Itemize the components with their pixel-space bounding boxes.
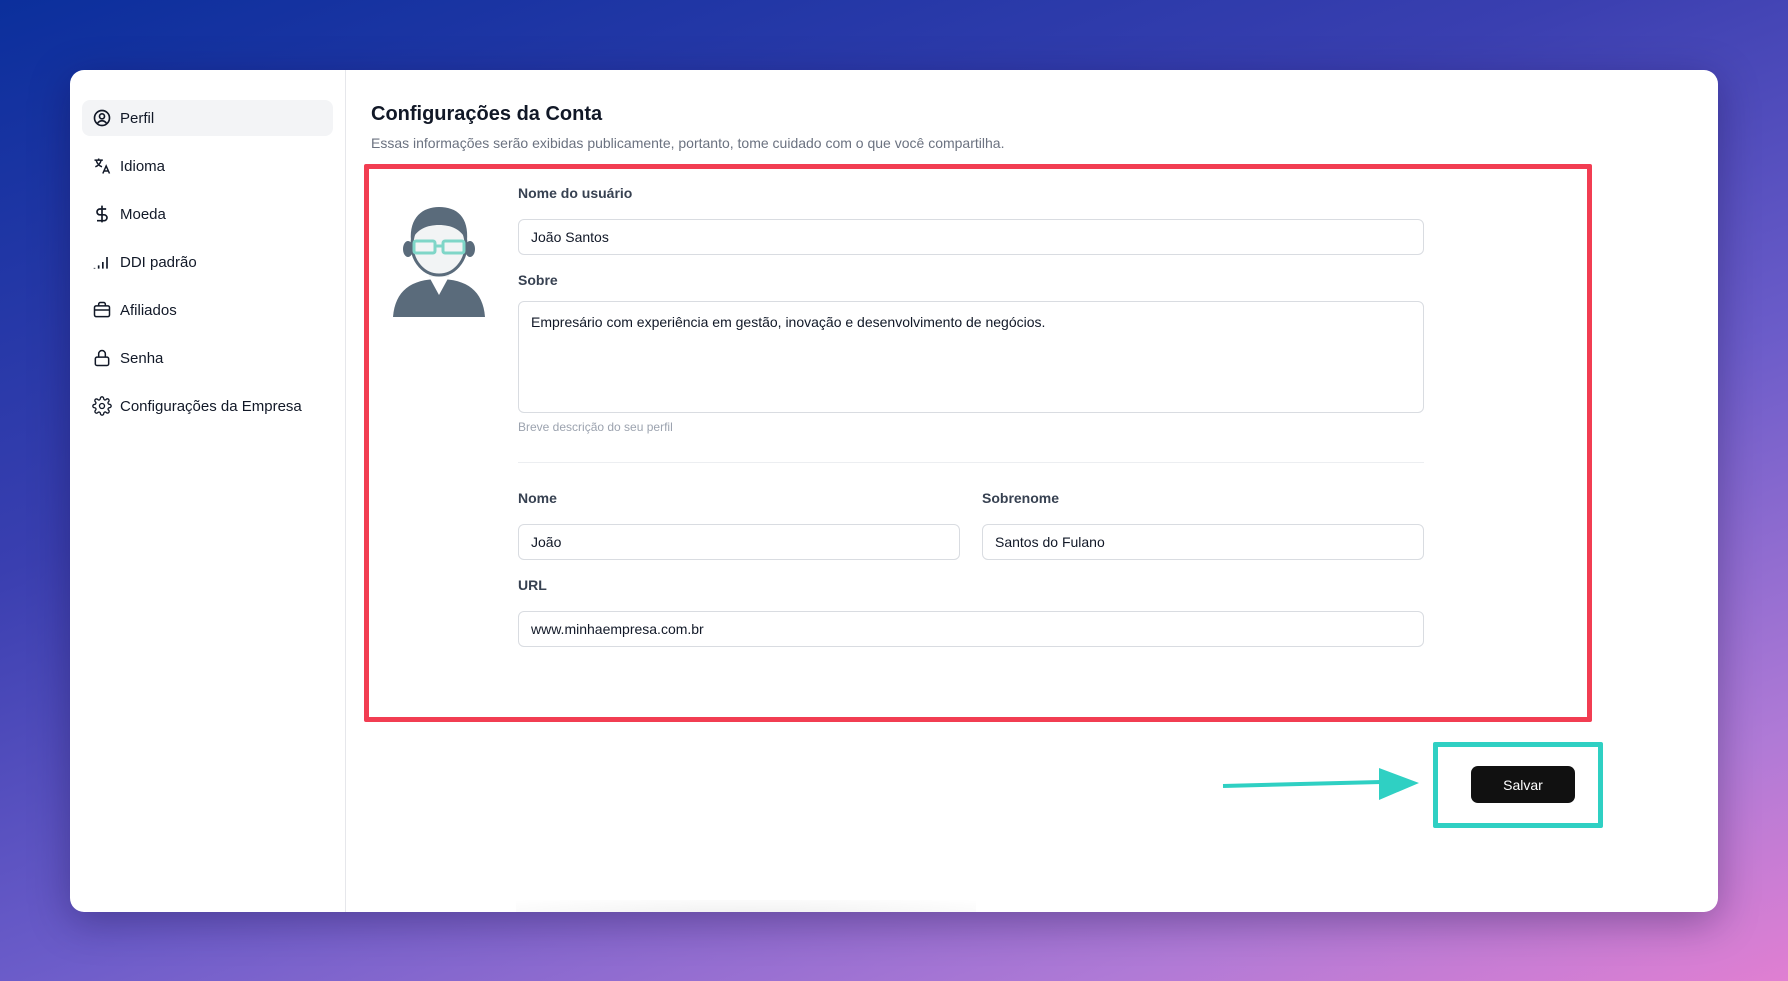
url-label: URL [518, 577, 547, 593]
about-textarea[interactable]: Empresário com experiência em gestão, in… [518, 301, 1424, 413]
sidebar-item-label: Idioma [120, 157, 166, 175]
scroll-shadow [516, 900, 976, 912]
sidebar-item-perfil[interactable]: Perfil [82, 100, 333, 136]
sidebar-item-label: Moeda [120, 205, 166, 223]
username-input[interactable]: João Santos [518, 219, 1424, 255]
sidebar-item-label: DDI padrão [120, 253, 197, 271]
sidebar-item-afiliados[interactable]: Afiliados [82, 292, 333, 328]
sidebar-item-label: Senha [120, 349, 164, 367]
sidebar-item-label: Perfil [120, 109, 155, 127]
sidebar-item-moeda[interactable]: Moeda [82, 196, 333, 232]
sidebar-item-configuracoes-empresa[interactable]: Configurações da Empresa [82, 388, 333, 424]
briefcase-icon [92, 300, 112, 320]
last-name-label: Sobrenome [982, 490, 1060, 506]
arrow-right-icon [1222, 768, 1419, 800]
page-subtitle: Essas informações serão exibidas publica… [371, 135, 1005, 151]
about-label: Sobre [518, 272, 558, 288]
about-hint: Breve descrição do seu perfil [518, 420, 673, 434]
sidebar-item-idioma[interactable]: Idioma [82, 148, 333, 184]
sidebar-item-senha[interactable]: Senha [82, 340, 333, 376]
sidebar-item-label: Afiliados [120, 301, 177, 319]
gear-icon [92, 396, 112, 416]
avatar[interactable] [389, 199, 489, 319]
sidebar: Perfil Idioma Moeda DDI padrão Afiliados [70, 70, 346, 912]
first-name-label: Nome [518, 490, 557, 506]
translate-icon [92, 156, 112, 176]
main-content: Configurações da Conta Essas informações… [346, 70, 1718, 912]
sidebar-item-ddi[interactable]: DDI padrão [82, 244, 333, 280]
username-label: Nome do usuário [518, 185, 633, 201]
first-name-input[interactable]: João [518, 524, 960, 560]
dollar-icon [92, 204, 112, 224]
last-name-input[interactable]: Santos do Fulano [982, 524, 1424, 560]
sidebar-item-label: Configurações da Empresa [120, 397, 302, 415]
signal-bars-icon [92, 252, 112, 272]
divider [518, 462, 1424, 463]
save-button[interactable]: Salvar [1471, 766, 1575, 803]
save-button-highlight: Salvar [1433, 742, 1603, 828]
settings-window: Perfil Idioma Moeda DDI padrão Afiliados [70, 70, 1718, 912]
user-circle-icon [92, 108, 112, 128]
lock-icon [92, 348, 112, 368]
url-input[interactable]: www.minhaempresa.com.br [518, 611, 1424, 647]
page-title: Configurações da Conta [371, 103, 603, 125]
profile-form-highlight: Nome do usuário João Santos Sobre Empres… [364, 164, 1592, 722]
